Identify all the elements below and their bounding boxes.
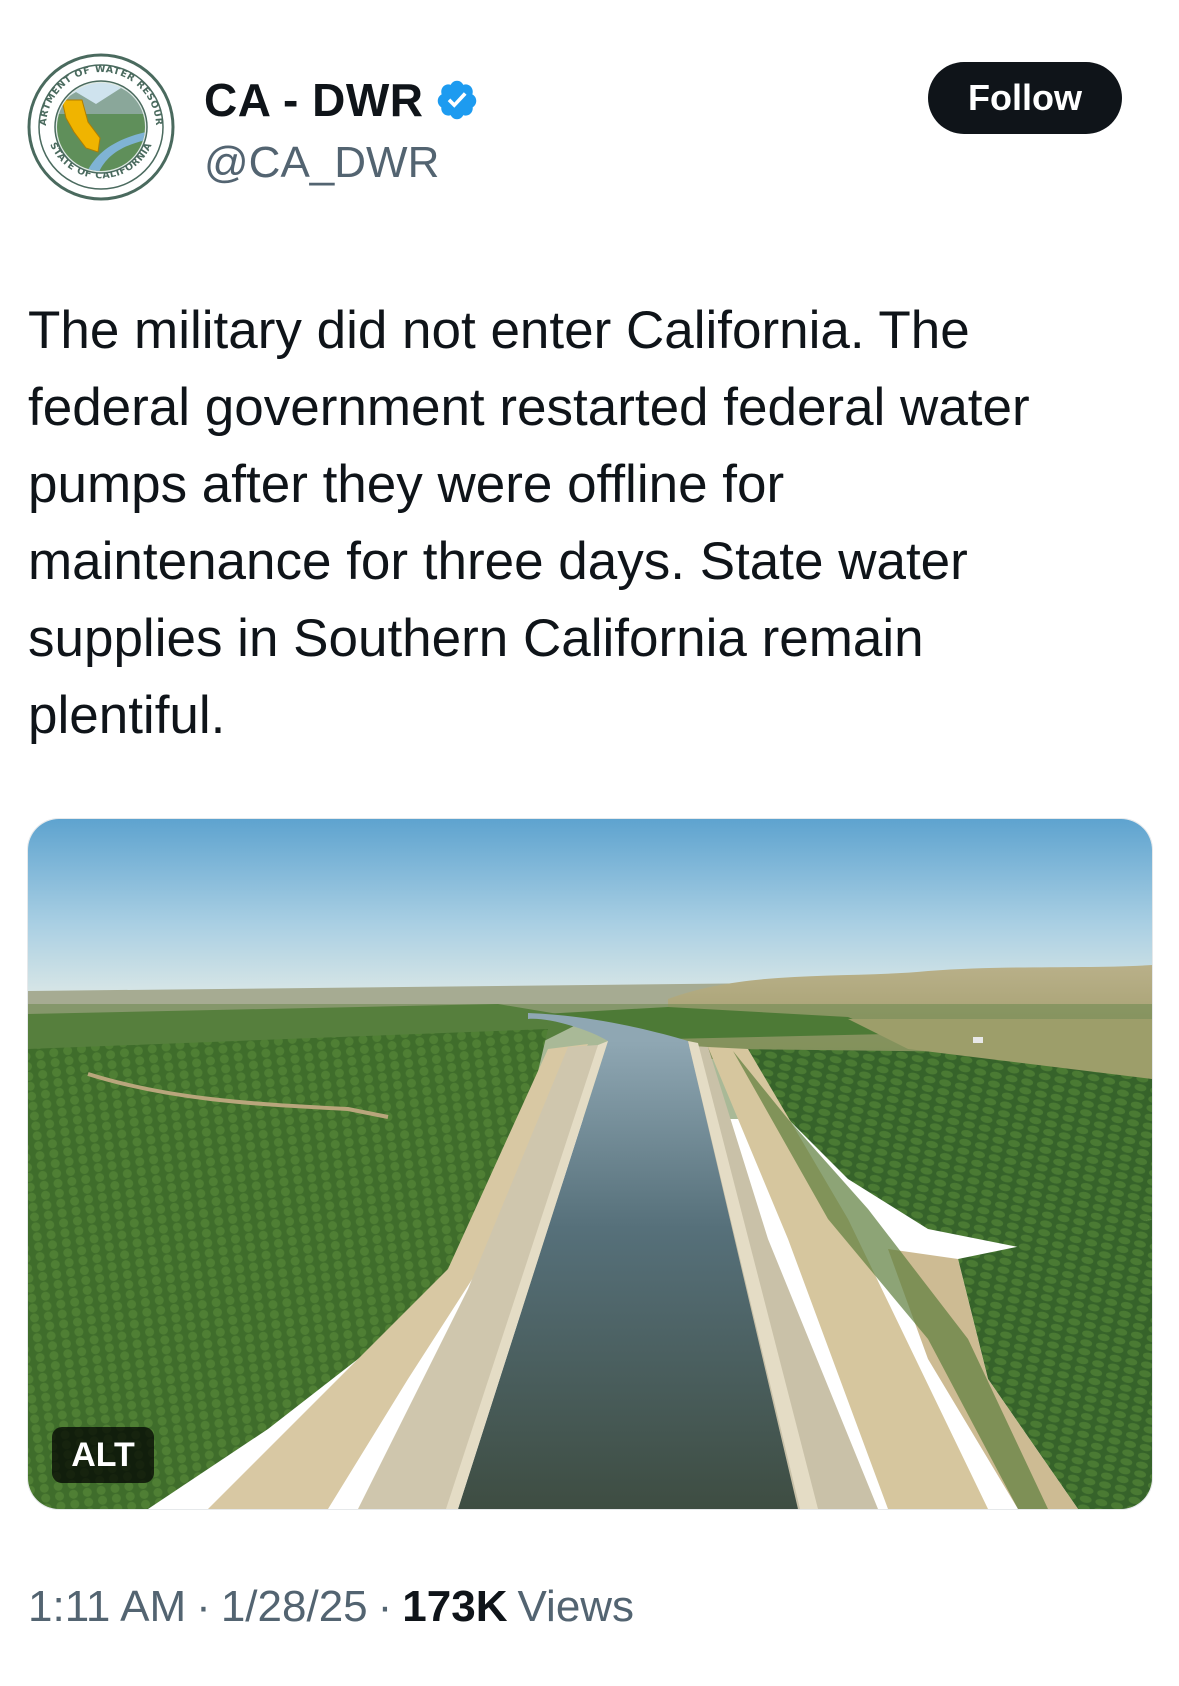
dwr-seal-icon: DEPARTMENT OF WATER RESOURCES STATE OF C…	[26, 52, 175, 201]
tweet-date[interactable]: 1/28/25	[221, 1582, 368, 1632]
user-handle[interactable]: @CA_DWR	[204, 138, 439, 188]
avatar[interactable]: DEPARTMENT OF WATER RESOURCES STATE OF C…	[26, 52, 176, 202]
meta-separator: ·	[196, 1582, 211, 1631]
tweet-header: DEPARTMENT OF WATER RESOURCES STATE OF C…	[0, 0, 1179, 220]
tweet-text: The military did not enter California. T…	[28, 301, 1030, 745]
follow-button[interactable]: Follow	[928, 62, 1122, 134]
verified-badge-icon	[438, 80, 477, 120]
display-name[interactable]: CA - DWR	[204, 73, 423, 127]
tweet-media[interactable]: ALT	[27, 818, 1153, 1510]
alt-text-badge[interactable]: ALT	[52, 1427, 154, 1483]
views-label[interactable]: Views	[517, 1582, 634, 1632]
canal-aerial-photo	[28, 819, 1152, 1509]
tweet-meta: 1:11 AM · 1/28/25 · 173K Views	[28, 1582, 634, 1632]
views-count[interactable]: 173K	[402, 1582, 507, 1632]
tweet-time[interactable]: 1:11 AM	[28, 1582, 186, 1632]
meta-separator: ·	[377, 1582, 393, 1631]
name-row: CA - DWR	[204, 70, 479, 130]
